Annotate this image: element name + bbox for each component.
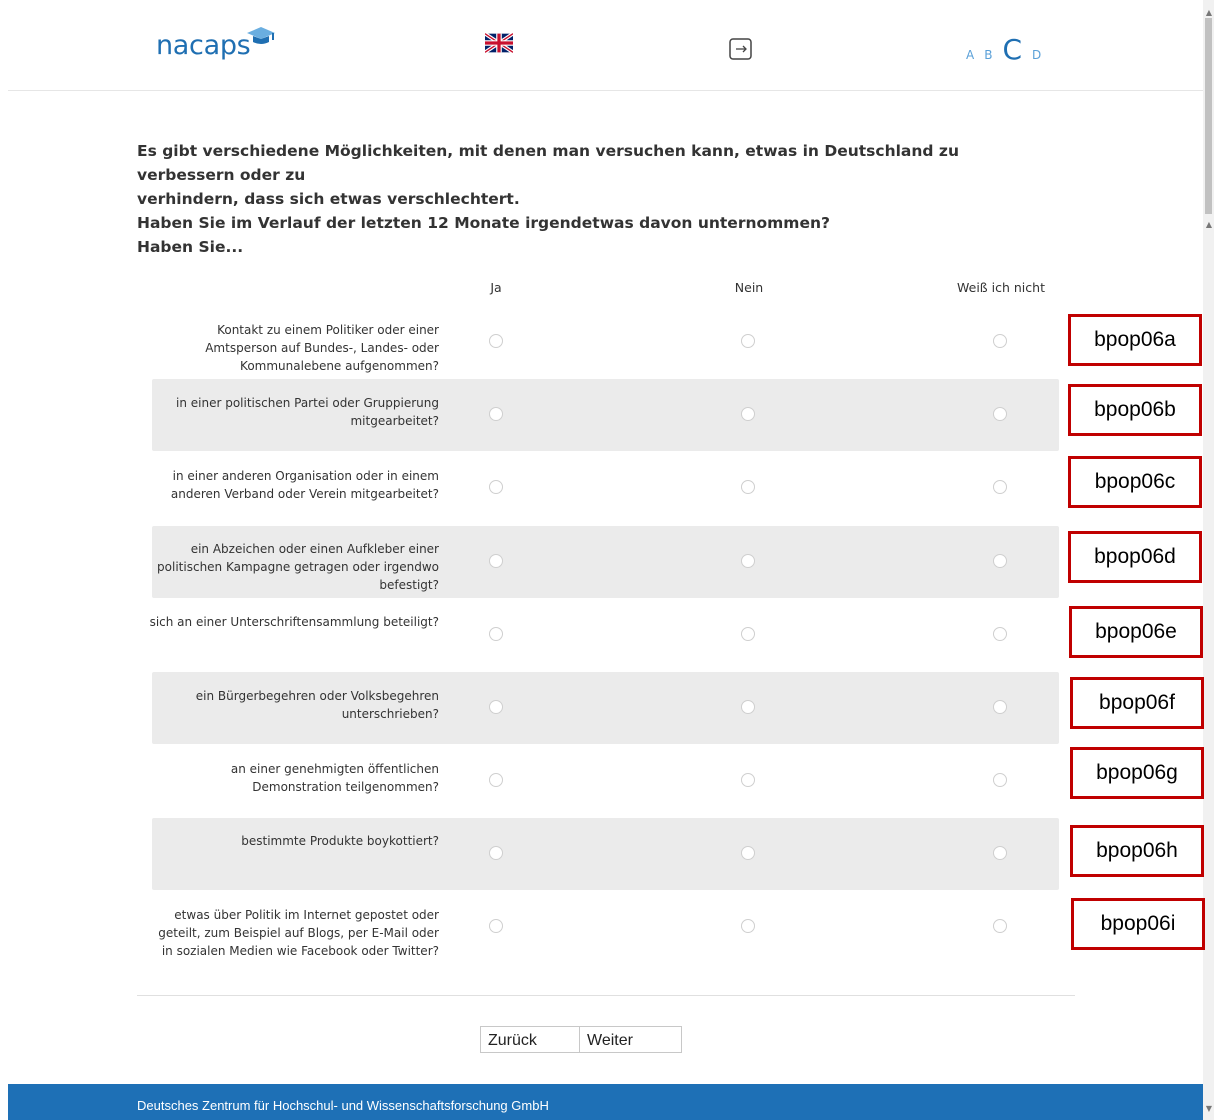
uk-flag-icon[interactable]: [485, 33, 513, 53]
question-line-3: Haben Sie im Verlauf der letzten 12 Mona…: [137, 214, 830, 232]
radio-ja[interactable]: [489, 480, 503, 494]
logout-icon[interactable]: [729, 38, 753, 60]
radio-ja[interactable]: [489, 334, 503, 348]
question-line-2: verhindern, dass sich etwas verschlechte…: [137, 190, 520, 208]
font-size-c-selected[interactable]: C: [1002, 33, 1022, 66]
radio-weiss-nicht[interactable]: [993, 334, 1007, 348]
radio-weiss-nicht[interactable]: [993, 554, 1007, 568]
font-size-a[interactable]: A: [966, 48, 974, 66]
radio-ja[interactable]: [489, 919, 503, 933]
variable-tag-bpop06d: bpop06d: [1068, 531, 1202, 583]
row-label: bestimmte Produkte boykottiert?: [241, 834, 439, 848]
row-label: Kontakt zu einem Politiker oder einer Am…: [205, 323, 439, 373]
header: nacaps A B C D: [8, 0, 1203, 91]
radio-nein[interactable]: [741, 480, 755, 494]
radio-weiss-nicht[interactable]: [993, 627, 1007, 641]
variable-tag-bpop06a: bpop06a: [1068, 314, 1202, 366]
matrix-row-bpop06h: bestimmte Produkte boykottiert?: [152, 818, 1059, 890]
matrix-row-bpop06e: sich an einer Unterschriftensammlung bet…: [150, 599, 1059, 671]
matrix-row-bpop06i: etwas über Politik im Internet gepostet …: [152, 891, 1059, 963]
footer-text: Deutsches Zentrum für Hochschul- und Wis…: [137, 1098, 549, 1113]
back-button[interactable]: Zurück: [480, 1026, 580, 1053]
radio-nein[interactable]: [741, 627, 755, 641]
matrix-row-bpop06d: ein Abzeichen oder einen Aufkleber einer…: [152, 526, 1059, 598]
radio-weiss-nicht[interactable]: [993, 773, 1007, 787]
scroll-up-arrow-icon[interactable]: ▲: [1205, 8, 1213, 18]
radio-nein[interactable]: [741, 554, 755, 568]
radio-ja[interactable]: [489, 773, 503, 787]
row-label: sich an einer Unterschriftensammlung bet…: [149, 615, 439, 629]
row-label: etwas über Politik im Internet gepostet …: [158, 908, 439, 958]
row-label: ein Bürgerbegehren oder Volksbegehren un…: [195, 689, 439, 721]
matrix-row-bpop06g: an einer genehmigten öffentlichen Demons…: [152, 745, 1059, 817]
column-header-ja: Ja: [490, 280, 502, 295]
font-size-d[interactable]: D: [1032, 48, 1041, 66]
radio-ja[interactable]: [489, 846, 503, 860]
column-header-weiss-nicht: Weiß ich nicht: [957, 280, 1045, 295]
variable-tag-bpop06f: bpop06f: [1070, 677, 1204, 729]
variable-tag-bpop06b: bpop06b: [1068, 384, 1202, 436]
scroll-down-arrow-icon[interactable]: ▼: [1205, 1104, 1213, 1114]
radio-weiss-nicht[interactable]: [993, 846, 1007, 860]
radio-weiss-nicht[interactable]: [993, 480, 1007, 494]
matrix-row-bpop06b: in einer politischen Partei oder Gruppie…: [152, 379, 1059, 451]
font-size-selector: A B C D: [966, 33, 1041, 66]
font-size-b[interactable]: B: [984, 48, 992, 66]
radio-ja[interactable]: [489, 627, 503, 641]
question-line-1: Es gibt verschiedene Möglichkeiten, mit …: [137, 142, 959, 184]
row-label: an einer genehmigten öffentlichen Demons…: [230, 762, 439, 794]
column-header-nein: Nein: [734, 280, 764, 295]
row-label: ein Abzeichen oder einen Aufkleber einer…: [157, 542, 439, 592]
matrix-row-bpop06f: ein Bürgerbegehren oder Volksbegehren un…: [152, 672, 1059, 744]
radio-weiss-nicht[interactable]: [993, 919, 1007, 933]
scrollbar-thumb[interactable]: [1205, 18, 1212, 214]
radio-nein[interactable]: [741, 846, 755, 860]
next-button[interactable]: Weiter: [579, 1026, 682, 1053]
row-label: in einer anderen Organisation oder in ei…: [170, 469, 439, 501]
variable-tag-bpop06e: bpop06e: [1069, 606, 1203, 658]
radio-ja[interactable]: [489, 554, 503, 568]
variable-tag-bpop06g: bpop06g: [1070, 747, 1204, 799]
radio-weiss-nicht[interactable]: [993, 407, 1007, 421]
footer: Deutsches Zentrum für Hochschul- und Wis…: [8, 1084, 1203, 1120]
variable-tag-bpop06i: bpop06i: [1071, 898, 1205, 950]
matrix-row-bpop06c: in einer anderen Organisation oder in ei…: [152, 452, 1059, 524]
radio-ja[interactable]: [489, 700, 503, 714]
question-text: Es gibt verschiedene Möglichkeiten, mit …: [137, 139, 1057, 235]
sub-heading: Haben Sie...: [137, 238, 244, 256]
nacaps-logo[interactable]: nacaps: [156, 30, 251, 61]
variable-tag-bpop06c: bpop06c: [1068, 456, 1202, 508]
radio-nein[interactable]: [741, 773, 755, 787]
graduation-cap-icon: [247, 27, 275, 44]
radio-nein[interactable]: [741, 407, 755, 421]
radio-ja[interactable]: [489, 407, 503, 421]
row-label: in einer politischen Partei oder Gruppie…: [176, 396, 439, 428]
navigation-buttons: Zurück Weiter: [480, 1026, 682, 1053]
radio-nein[interactable]: [741, 700, 755, 714]
divider: [137, 995, 1075, 996]
radio-nein[interactable]: [741, 919, 755, 933]
scroll-up-arrow-icon[interactable]: ▲: [1205, 220, 1213, 230]
variable-tag-bpop06h: bpop06h: [1070, 825, 1204, 877]
matrix-row-bpop06a: Kontakt zu einem Politiker oder einer Am…: [152, 306, 1059, 378]
radio-nein[interactable]: [741, 334, 755, 348]
radio-weiss-nicht[interactable]: [993, 700, 1007, 714]
